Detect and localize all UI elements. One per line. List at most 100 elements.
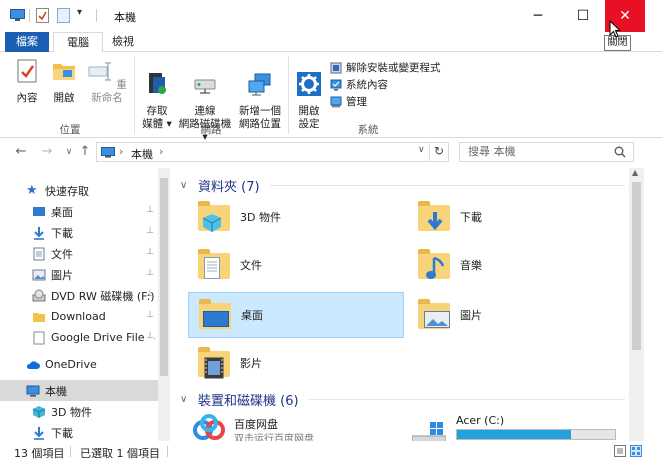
open-folder-icon <box>53 64 75 80</box>
nav-item-this-pc[interactable]: 本機 <box>0 380 158 401</box>
folder-item-documents[interactable]: 文件 <box>188 242 404 288</box>
tab-file[interactable]: 檔案 <box>5 32 49 52</box>
nav-item-google-drive[interactable]: Google Drive File S ⊥ <box>0 327 158 348</box>
uninstall-program-button[interactable]: 解除安裝或變更程式 <box>330 59 455 76</box>
folder-label: 下載 <box>460 211 482 224</box>
access-media-button[interactable]: 存取 媒體 ▾ <box>139 58 175 131</box>
section-rule <box>308 399 625 400</box>
up-button[interactable]: ↑ <box>76 143 94 161</box>
nav-item-quick-access[interactable]: ★ 快速存取 <box>0 180 158 201</box>
drive-item-baidu[interactable]: 百度网盘 双击运行百度网盘 <box>188 412 404 441</box>
drives-section-header[interactable]: ∨ 裝置和磁碟機 (6) <box>180 390 625 409</box>
open-settings-button[interactable]: 開啟 設定 <box>294 58 324 131</box>
address-divider <box>429 143 430 161</box>
back-button[interactable]: ← <box>12 143 30 161</box>
folder-item-music[interactable]: 音樂 <box>408 242 624 288</box>
folder-item-3d-objects[interactable]: 3D 物件 <box>188 194 404 240</box>
folder-label: 影片 <box>240 357 262 370</box>
folder-item-videos[interactable]: 影片 <box>188 340 404 386</box>
folder-item-desktop[interactable]: 桌面 <box>188 292 404 338</box>
section-rule <box>269 185 625 186</box>
document-icon <box>33 247 45 260</box>
pin-icon[interactable]: ⊥ <box>146 310 154 320</box>
pin-icon[interactable]: ⊥ <box>146 226 154 236</box>
pin-icon[interactable]: ⊥ <box>146 247 154 257</box>
details-view-icon[interactable] <box>614 445 626 457</box>
search-input[interactable]: 搜尋 本機 <box>459 142 634 162</box>
nav-item-3d-objects[interactable]: 3D 物件 <box>0 401 158 422</box>
minimize-button[interactable]: ─ <box>515 0 561 32</box>
nav-item-dvd-drive[interactable]: DVD RW 磁碟機 (F:) ⊥ <box>0 285 158 306</box>
nav-item-downloads[interactable]: 下載 ⊥ <box>0 222 158 243</box>
pin-icon[interactable]: ⊥ <box>146 331 154 341</box>
nav-item-label: 快速存取 <box>45 184 89 198</box>
breadcrumb-root[interactable]: 本機 <box>131 146 153 162</box>
network-drive-icon <box>194 79 216 94</box>
forward-button[interactable]: → <box>38 143 56 161</box>
documents-folder-icon <box>196 247 232 283</box>
folder-item-downloads[interactable]: 下載 <box>408 194 624 240</box>
folders-section-header[interactable]: ∨ 資料夾 (7) <box>180 176 625 195</box>
group-label-location: 位置 <box>59 124 81 136</box>
nav-item-label: 桌面 <box>51 205 73 219</box>
pin-icon[interactable]: ⊥ <box>146 268 154 278</box>
nav-scrollbar-thumb[interactable] <box>160 178 168 376</box>
system-properties-button[interactable]: 系統內容 <box>330 76 455 93</box>
properties-icon <box>17 59 37 83</box>
nav-item-documents[interactable]: 文件 ⊥ <box>0 243 158 264</box>
group-label-network: 網路 <box>200 124 222 136</box>
folder-item-pictures[interactable]: 圖片 <box>408 292 624 338</box>
properties-label: 內容 <box>16 92 38 104</box>
qat-divider <box>29 9 30 22</box>
chevron-down-icon[interactable]: ∨ <box>180 394 190 405</box>
computer-icon <box>101 147 115 158</box>
uninstall-label: 解除安裝或變更程式 <box>346 62 441 74</box>
large-icons-view-icon[interactable] <box>630 445 642 457</box>
address-bar[interactable]: › 本機 › ∨ ↻ <box>96 142 449 162</box>
chevron-down-icon[interactable]: ∨ <box>180 180 190 191</box>
scroll-up-arrow-icon[interactable]: ▲ <box>632 168 638 177</box>
pin-icon[interactable]: ⊥ <box>146 205 154 215</box>
drive-item-c[interactable]: Acer (C:) <box>408 412 624 441</box>
add-network-location-button[interactable]: 新增一個 網路位置 <box>237 58 283 131</box>
address-dropdown-icon[interactable]: ∨ <box>418 145 425 155</box>
status-bar: 13 個項目 已選取 1 個項目 <box>0 443 662 473</box>
computer-icon[interactable] <box>10 9 25 22</box>
nav-item-label: DVD RW 磁碟機 (F:) <box>51 289 155 303</box>
nav-item-onedrive[interactable]: OneDrive <box>0 354 158 375</box>
properties-button[interactable]: 內容 <box>10 58 44 105</box>
open-button[interactable]: 開啟 <box>48 58 80 105</box>
nav-item-desktop[interactable]: 桌面 ⊥ <box>0 201 158 222</box>
nav-item-downloads-pc[interactable]: 下載 <box>0 422 158 441</box>
nav-scrollbar[interactable] <box>158 168 170 441</box>
content-scrollbar[interactable]: ▲ <box>629 168 644 441</box>
drive-label: Acer (C:) <box>456 414 505 427</box>
manage-button[interactable]: 管理 <box>330 93 455 110</box>
folder-icon <box>33 312 45 322</box>
pictures-icon <box>32 269 46 280</box>
nav-item-pictures[interactable]: 圖片 ⊥ <box>0 264 158 285</box>
content-scrollbar-thumb[interactable] <box>632 182 641 350</box>
rename-button[interactable]: 重新命名 <box>83 58 131 105</box>
tab-view[interactable]: 檢視 <box>103 32 143 52</box>
breadcrumb-separator: › <box>119 145 124 158</box>
maximize-button[interactable]: ☐ <box>560 0 606 32</box>
nav-item-label: OneDrive <box>45 358 97 371</box>
navigation-pane: ★ 快速存取 桌面 ⊥ 下載 ⊥ 文件 ⊥ 圖片 ⊥ DVD RW 磁碟機 (F… <box>0 168 170 441</box>
qat-dropdown[interactable]: ▾ <box>77 7 82 18</box>
open-label: 開啟 <box>53 92 75 104</box>
drives-section-title: 裝置和磁碟機 (6) <box>198 394 299 409</box>
quick-access-star-icon: ★ <box>26 182 38 198</box>
properties-qat-icon[interactable] <box>36 8 49 23</box>
pin-icon[interactable]: ⊥ <box>146 289 154 299</box>
breadcrumb-separator[interactable]: › <box>159 145 163 158</box>
system-small-buttons: 解除安裝或變更程式 系統內容 管理 <box>330 59 455 110</box>
music-folder-icon <box>416 247 452 283</box>
search-icon[interactable] <box>614 146 626 158</box>
folder-label: 文件 <box>240 259 262 272</box>
forward-arrow-icon: → <box>41 144 53 159</box>
refresh-icon[interactable]: ↻ <box>434 144 444 158</box>
tab-computer[interactable]: 電腦 <box>53 32 103 53</box>
new-folder-qat-icon[interactable] <box>57 8 70 23</box>
nav-item-download-folder[interactable]: Download ⊥ <box>0 306 158 327</box>
